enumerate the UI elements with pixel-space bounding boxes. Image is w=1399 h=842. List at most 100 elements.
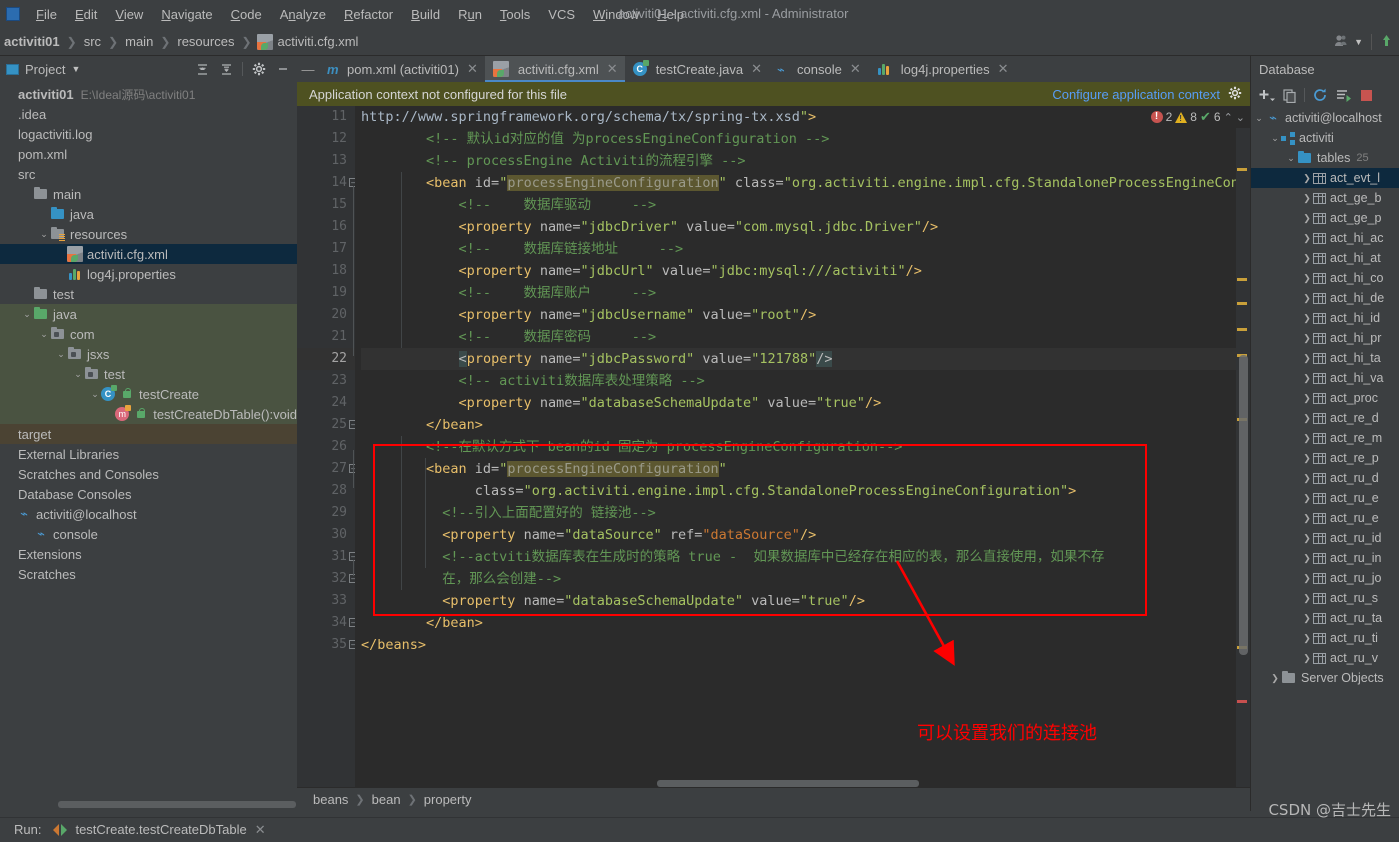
tree-expand-arrow-icon[interactable]: ❯ xyxy=(1301,573,1313,584)
tree-node-logactiviti-log[interactable]: logactiviti.log xyxy=(0,124,297,144)
tree-expand-arrow-icon[interactable]: ❯ xyxy=(1301,233,1313,244)
db-tree-node-act-hi-va[interactable]: ❯ act_hi_va xyxy=(1251,368,1399,388)
project-horizontal-scrollbar[interactable] xyxy=(58,801,296,808)
warning-marker[interactable] xyxy=(1237,328,1247,331)
tree-expand-arrow-icon[interactable]: ❯ xyxy=(1301,413,1313,424)
expand-all-icon[interactable] xyxy=(192,59,212,79)
configure-application-context-link[interactable]: Configure application context xyxy=(1052,87,1220,102)
tree-expand-arrow-icon[interactable]: ⌄ xyxy=(38,329,50,340)
menu-refactor[interactable]: Refactor xyxy=(335,4,402,25)
editor-tab-activiti-cfg-xml[interactable]: activiti.cfg.xml ✕ xyxy=(484,56,625,82)
tree-node-testcreate[interactable]: ⌄ CtestCreate xyxy=(0,384,297,404)
tree-expand-arrow-icon[interactable]: ❯ xyxy=(1301,653,1313,664)
db-tree-node-activiti[interactable]: ⌄ activiti xyxy=(1251,128,1399,148)
db-tree-node-act-hi-at[interactable]: ❯ act_hi_at xyxy=(1251,248,1399,268)
editor-tab-log4j-properties[interactable]: log4j.properties ✕ xyxy=(868,56,1016,82)
vcs-update-icon[interactable] xyxy=(1380,34,1393,50)
tree-expand-arrow-icon[interactable]: ❯ xyxy=(1301,333,1313,344)
db-tree-node-act-ru-ta[interactable]: ❯ act_ru_ta xyxy=(1251,608,1399,628)
tree-expand-arrow-icon[interactable]: ❯ xyxy=(1301,513,1313,524)
menu-run[interactable]: Run xyxy=(449,4,491,25)
tree-node-resources[interactable]: ⌄ resources xyxy=(0,224,297,244)
tree-expand-arrow-icon[interactable]: ❯ xyxy=(1301,633,1313,644)
tree-node-pom-xml[interactable]: pom.xml xyxy=(0,144,297,164)
tree-node-java[interactable]: ⌄ java xyxy=(0,304,297,324)
warning-marker[interactable] xyxy=(1237,168,1247,171)
tree-node-database-consoles[interactable]: Database Consoles xyxy=(0,484,297,504)
tree-expand-arrow-icon[interactable]: ❯ xyxy=(1301,453,1313,464)
tree-expand-arrow-icon[interactable]: ❯ xyxy=(1301,373,1313,384)
editor-marker-bar[interactable] xyxy=(1236,106,1250,787)
tree-expand-arrow-icon[interactable]: ❯ xyxy=(1301,173,1313,184)
db-tree-node-act-ru-v[interactable]: ❯ act_ru_v xyxy=(1251,648,1399,668)
editor-tab-pom-xml--activiti01-[interactable]: m pom.xml (activiti01) ✕ xyxy=(319,56,485,82)
tree-expand-arrow-icon[interactable]: ❯ xyxy=(1301,473,1313,484)
tree-expand-arrow-icon[interactable]: ❯ xyxy=(1301,213,1313,224)
next-problem-icon[interactable]: ⌄ xyxy=(1236,111,1245,124)
db-tree-node-act-hi-ta[interactable]: ❯ act_hi_ta xyxy=(1251,348,1399,368)
refresh-icon[interactable] xyxy=(1310,85,1330,105)
db-tree-node-act-ru-jo[interactable]: ❯ act_ru_jo xyxy=(1251,568,1399,588)
tree-expand-arrow-icon[interactable]: ❯ xyxy=(1301,433,1313,444)
menu-file[interactable]: File xyxy=(27,4,66,25)
db-tree-node-act-evt-l[interactable]: ❯ act_evt_l xyxy=(1251,168,1399,188)
tree-node-log4j-properties[interactable]: log4j.properties xyxy=(0,264,297,284)
menu-edit[interactable]: Edit xyxy=(66,4,106,25)
db-tree-node-act-ru-ti[interactable]: ❯ act_ru_ti xyxy=(1251,628,1399,648)
tree-node-test[interactable]: ⌄ test xyxy=(0,364,297,384)
tree-node-src[interactable]: src xyxy=(0,164,297,184)
tree-expand-arrow-icon[interactable]: ⌄ xyxy=(38,229,50,240)
run-sql-icon[interactable] xyxy=(1333,85,1353,105)
menu-code[interactable]: Code xyxy=(222,4,271,25)
tree-node-target[interactable]: target xyxy=(0,424,297,444)
xml-breadcrumb-beans[interactable]: beans xyxy=(313,792,348,807)
editor-tab-testcreate-java[interactable]: CtestCreate.java ✕ xyxy=(625,56,769,82)
tree-node-activiti-cfg-xml[interactable]: activiti.cfg.xml xyxy=(0,244,297,264)
tree-expand-arrow-icon[interactable]: ❯ xyxy=(1301,393,1313,404)
xml-breadcrumb-bean[interactable]: bean xyxy=(372,792,401,807)
menu-navigate[interactable]: Navigate xyxy=(152,4,221,25)
tree-expand-arrow-icon[interactable]: ❯ xyxy=(1301,613,1313,624)
db-tree-node-act-hi-id[interactable]: ❯ act_hi_id xyxy=(1251,308,1399,328)
editor-horizontal-scrollbar[interactable] xyxy=(657,780,919,787)
user-account-icon[interactable] xyxy=(1334,34,1350,51)
collapse-tabs-icon[interactable]: — xyxy=(297,56,319,82)
tree-node-test[interactable]: test xyxy=(0,284,297,304)
breadcrumb-item-main[interactable]: main xyxy=(123,34,155,49)
db-tree-node-act-ge-p[interactable]: ❯ act_ge_p xyxy=(1251,208,1399,228)
close-tab-icon[interactable]: ✕ xyxy=(998,61,1009,77)
db-tree-node-act-hi-de[interactable]: ❯ act_hi_de xyxy=(1251,288,1399,308)
tree-expand-arrow-icon[interactable]: ⌄ xyxy=(55,349,67,360)
breadcrumb-item-activiti-cfg-xml[interactable]: activiti.cfg.xml xyxy=(276,34,361,49)
db-tree-node-act-re-d[interactable]: ❯ act_re_d xyxy=(1251,408,1399,428)
error-marker[interactable] xyxy=(1237,700,1247,703)
close-tab-icon[interactable]: ✕ xyxy=(467,61,478,77)
db-tree-node-act-ru-d[interactable]: ❯ act_ru_d xyxy=(1251,468,1399,488)
tree-expand-arrow-icon[interactable]: ⌄ xyxy=(89,389,101,400)
tree-expand-arrow-icon[interactable]: ❯ xyxy=(1269,673,1281,684)
tree-expand-arrow-icon[interactable]: ❯ xyxy=(1301,313,1313,324)
tree-expand-arrow-icon[interactable]: ❯ xyxy=(1301,493,1313,504)
tree-expand-arrow-icon[interactable]: ❯ xyxy=(1301,553,1313,564)
db-tree-node-act-ru-in[interactable]: ❯ act_ru_in xyxy=(1251,548,1399,568)
database-tree[interactable]: ⌄ ⌁ activiti@localhost ⌄ activiti ⌄ tables 25 ❯ a… xyxy=(1251,108,1399,811)
db-tree-node-act-ru-s[interactable]: ❯ act_ru_s xyxy=(1251,588,1399,608)
tree-node-com[interactable]: ⌄ com xyxy=(0,324,297,344)
xml-breadcrumb-property[interactable]: property xyxy=(424,792,472,807)
db-tree-node-act-hi-pr[interactable]: ❯ act_hi_pr xyxy=(1251,328,1399,348)
tree-node-activiti-localhost[interactable]: ⌁ activiti@localhost xyxy=(0,504,297,524)
tree-expand-arrow-icon[interactable]: ⌄ xyxy=(21,309,33,320)
run-configuration-name[interactable]: testCreate.testCreateDbTable xyxy=(75,822,246,837)
chevron-down-icon[interactable]: ▼ xyxy=(71,64,80,74)
menu-view[interactable]: View xyxy=(106,4,152,25)
tree-node-scratches-and-consoles[interactable]: Scratches and Consoles xyxy=(0,464,297,484)
copy-datasource-icon[interactable] xyxy=(1279,85,1299,105)
code-editor[interactable]: 11121314–1516171819202122232425–2627–282… xyxy=(297,106,1250,787)
notification-gear-icon[interactable] xyxy=(1228,86,1242,103)
tree-expand-arrow-icon[interactable]: ⌄ xyxy=(72,369,84,380)
close-run-tab-icon[interactable]: ✕ xyxy=(255,822,266,838)
code-text[interactable]: http://www.springframework.org/schema/tx… xyxy=(355,106,1236,787)
user-dropdown-caret-icon[interactable]: ▼ xyxy=(1354,37,1363,47)
tree-node-jsxs[interactable]: ⌄ jsxs xyxy=(0,344,297,364)
db-tree-node-act-ru-e[interactable]: ❯ act_ru_e xyxy=(1251,488,1399,508)
